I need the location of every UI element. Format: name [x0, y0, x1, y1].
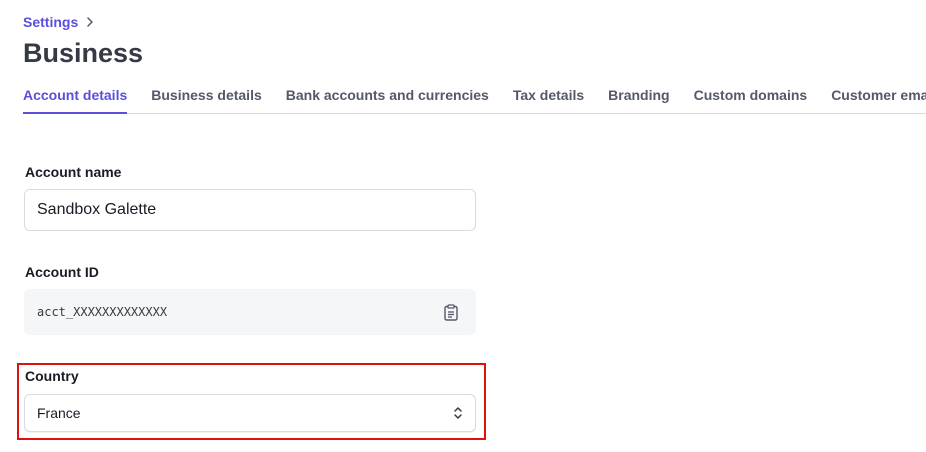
account-id-field: acct_XXXXXXXXXXXXX — [24, 289, 476, 335]
tab-customer-emails[interactable]: Customer emails — [831, 80, 926, 114]
account-id-value: acct_XXXXXXXXXXXXX — [37, 305, 168, 319]
tab-custom-domains[interactable]: Custom domains — [694, 80, 808, 114]
country-select-value: France — [37, 405, 81, 421]
clipboard-icon[interactable] — [442, 303, 460, 321]
account-name-input[interactable] — [24, 189, 476, 231]
tab-business-details[interactable]: Business details — [151, 80, 262, 114]
breadcrumb-settings-link[interactable]: Settings — [23, 14, 78, 30]
country-select[interactable]: France — [24, 394, 476, 432]
country-label: Country — [25, 368, 79, 384]
page-title: Business — [23, 38, 144, 68]
breadcrumb: Settings — [23, 14, 96, 30]
tab-tax-details[interactable]: Tax details — [513, 80, 584, 114]
account-id-label: Account ID — [25, 264, 99, 280]
tab-account-details[interactable]: Account details — [23, 80, 128, 114]
tab-branding[interactable]: Branding — [608, 80, 669, 114]
tab-bank-accounts-and-currencies[interactable]: Bank accounts and currencies — [286, 80, 489, 114]
chevron-updown-icon — [453, 405, 465, 421]
account-name-label: Account name — [25, 164, 122, 180]
tab-bar: Account details Business details Bank ac… — [23, 80, 926, 114]
chevron-right-icon — [86, 17, 96, 27]
